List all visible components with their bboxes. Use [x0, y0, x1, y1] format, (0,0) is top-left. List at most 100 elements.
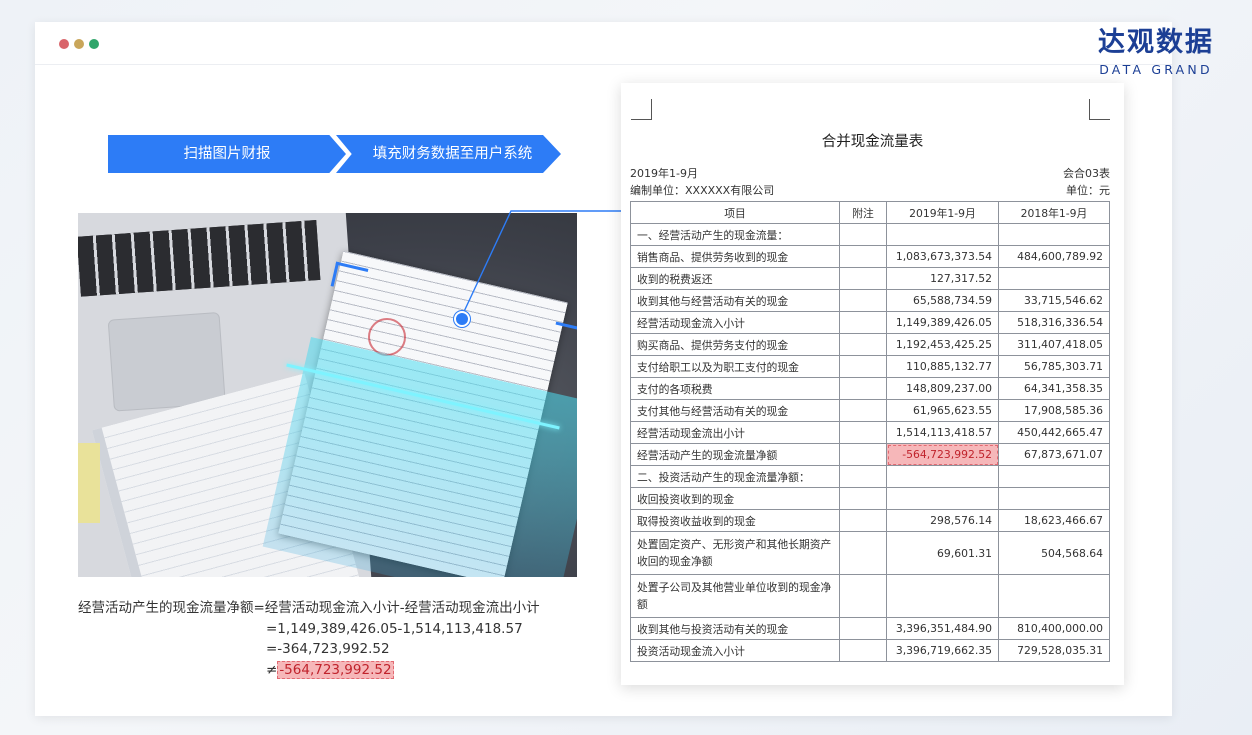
- cell-2018: 17,908,585.36: [998, 399, 1110, 422]
- cell-item: 收回投资收到的现金: [630, 487, 840, 510]
- statement-period: 2019年1-9月: [630, 167, 698, 180]
- cell-note: [839, 355, 887, 378]
- cell-note: [839, 377, 887, 400]
- cell-item: 取得投资收益收到的现金: [630, 509, 840, 532]
- wrong-value-highlight: -564,723,992.52: [277, 660, 394, 679]
- company-seal: [368, 318, 406, 356]
- table-row: 支付的各项税费 148,809,237.00 64,341,358.35: [630, 377, 1110, 400]
- cell-2019: [886, 223, 999, 246]
- cell-2019: 65,588,734.59: [886, 289, 999, 312]
- close-window-dot[interactable]: [59, 39, 69, 49]
- cell-2019: [886, 487, 999, 510]
- cell-note: [839, 421, 887, 444]
- cell-note: [839, 333, 887, 356]
- cell-item: 经营活动产生的现金流量净额: [630, 443, 840, 466]
- cell-note: [839, 617, 887, 640]
- table-row: 处置子公司及其他营业单位收到的现金净额: [630, 574, 1110, 618]
- cell-2019: 1,083,673,373.54: [886, 245, 999, 268]
- cell-item: 投资活动现金流入小计: [630, 639, 840, 662]
- statement-form-code: 会合03表: [1063, 167, 1110, 180]
- table-row: 二、投资活动产生的现金流量净额：: [630, 465, 1110, 488]
- cell-2019: 110,885,132.77: [886, 355, 999, 378]
- column-header: 2018年1-9月: [998, 201, 1110, 224]
- title-bar: [35, 22, 1172, 65]
- table-row: 经营活动现金流出小计 1,514,113,418.57 450,442,665.47: [630, 421, 1110, 444]
- table-row: 销售商品、提供劳务收到的现金 1,083,673,373.54 484,600,78…: [630, 245, 1110, 268]
- table-row: 收到其他与投资活动有关的现金 3,396,351,484.90 810,400,00…: [630, 617, 1110, 640]
- table-header-row: 项目 附注 2019年1-9月 2018年1-9月: [630, 201, 1110, 224]
- table-row: 经营活动产生的现金流量净额 -564,723,992.52 67,873,671.0…: [630, 443, 1110, 466]
- table-row: 取得投资收益收到的现金 298,576.14 18,623,466.67: [630, 509, 1110, 532]
- table-row: 处置固定资产、无形资产和其他长期资产收回的现金净额 69,601.31 504,56…: [630, 531, 1110, 575]
- cell-note: [839, 574, 887, 618]
- cell-2018: [998, 223, 1110, 246]
- cell-item: 支付其他与经营活动有关的现金: [630, 399, 840, 422]
- formula-line-1: 经营活动产生的现金流量净额=经营活动现金流入小计-经营活动现金流出小计: [78, 600, 540, 616]
- cell-note: [839, 311, 887, 334]
- maximize-window-dot[interactable]: [89, 39, 99, 49]
- cell-2019: 1,514,113,418.57: [886, 421, 999, 444]
- cell-2019: 148,809,237.00: [886, 377, 999, 400]
- minimize-window-dot[interactable]: [74, 39, 84, 49]
- cell-2018: [998, 267, 1110, 290]
- cell-note: [839, 289, 887, 312]
- cell-2019: [886, 574, 999, 618]
- cell-item: 支付的各项税费: [630, 377, 840, 400]
- cell-2019: 1,192,453,425.25: [886, 333, 999, 356]
- sticky-note-image: [78, 443, 100, 523]
- table-row: 投资活动现金流入小计 3,396,719,662.35 729,528,035.31: [630, 639, 1110, 662]
- cell-item: 一、经营活动产生的现金流量：: [630, 223, 840, 246]
- cell-2018: 729,528,035.31: [998, 639, 1110, 662]
- cell-2019: 1,149,389,426.05: [886, 311, 999, 334]
- cell-note: [839, 443, 887, 466]
- cell-item: 经营活动现金流出小计: [630, 421, 840, 444]
- cell-item: 处置固定资产、无形资产和其他长期资产收回的现金净额: [630, 531, 840, 575]
- cell-2018: 33,715,546.62: [998, 289, 1110, 312]
- column-header: 附注: [839, 201, 887, 224]
- cell-2019: 127,317.52: [886, 267, 999, 290]
- cell-item: 经营活动现金流入小计: [630, 311, 840, 334]
- scanned-photo: [78, 213, 577, 577]
- cell-note: [839, 399, 887, 422]
- cell-2019: -564,723,992.52: [886, 443, 999, 466]
- formula-line-2: =1,149,389,426.05-1,514,113,418.57: [266, 620, 523, 637]
- brand-name-cn: 达观数据: [1098, 27, 1214, 58]
- cell-2018: [998, 574, 1110, 618]
- statement-currency: 单位：元: [1066, 184, 1110, 197]
- cell-item: 购买商品、提供劳务支付的现金: [630, 333, 840, 356]
- cell-2019: 61,965,623.55: [886, 399, 999, 422]
- cell-item: 处置子公司及其他营业单位收到的现金净额: [630, 574, 840, 618]
- cell-note: [839, 639, 887, 662]
- not-equal-sign: ≠: [266, 661, 278, 678]
- statement-title: 合并现金流量表: [821, 134, 924, 150]
- column-header: 项目: [630, 201, 840, 224]
- brand-name-en: DATA GRAND: [1099, 62, 1213, 77]
- formula-line-3: =-364,723,992.52: [266, 641, 390, 657]
- cell-note: [839, 267, 887, 290]
- trackpad-image: [107, 312, 226, 412]
- table-row: 支付其他与经营活动有关的现金 61,965,623.55 17,908,585.36: [630, 399, 1110, 422]
- cell-2018: 67,873,671.07: [998, 443, 1110, 466]
- cell-item: 支付给职工以及为职工支付的现金: [630, 355, 840, 378]
- cell-2018: 518,316,336.54: [998, 311, 1110, 334]
- cell-note: [839, 487, 887, 510]
- crop-mark-left: [631, 99, 652, 120]
- cell-2019: 3,396,719,662.35: [886, 639, 999, 662]
- cell-2019: 298,576.14: [886, 509, 999, 532]
- table-row: 收到的税费返还 127,317.52: [630, 267, 1110, 290]
- column-header: 2019年1-9月: [886, 201, 999, 224]
- cell-2018: 450,442,665.47: [998, 421, 1110, 444]
- crop-mark-right: [1089, 99, 1110, 120]
- cell-2019: [886, 465, 999, 488]
- cell-2018: 64,341,358.35: [998, 377, 1110, 400]
- cell-2018: 810,400,000.00: [998, 617, 1110, 640]
- table-row: 收到其他与经营活动有关的现金 65,588,734.59 33,715,546.62: [630, 289, 1110, 312]
- cell-2019: 69,601.31: [886, 531, 999, 575]
- cash-flow-table: 项目 附注 2019年1-9月 2018年1-9月 一、经营活动产生的现金流量：…: [630, 201, 1110, 662]
- cell-item: 收到其他与经营活动有关的现金: [630, 289, 840, 312]
- cell-2018: 18,623,466.67: [998, 509, 1110, 532]
- step-scan-report: 扫描图片财报: [108, 135, 346, 173]
- cell-note: [839, 509, 887, 532]
- cell-2018: 484,600,789.92: [998, 245, 1110, 268]
- cell-2019: 3,396,351,484.90: [886, 617, 999, 640]
